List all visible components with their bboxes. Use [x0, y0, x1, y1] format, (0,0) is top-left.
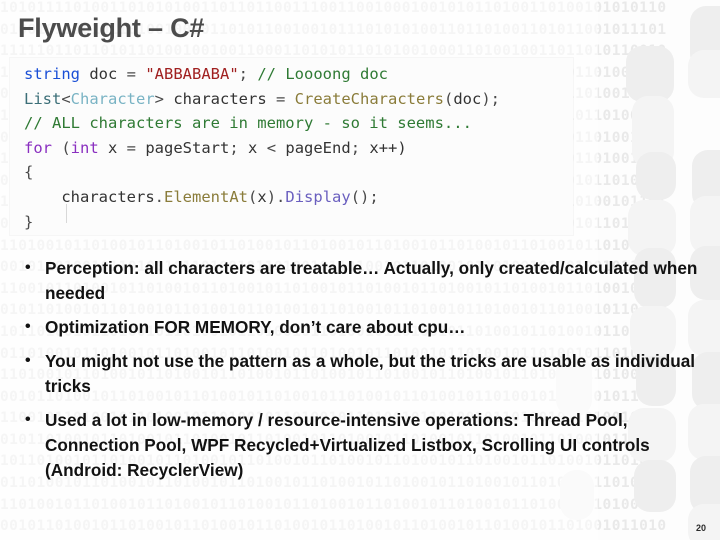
bullet-item: You might not use the pattern as a whole…	[18, 348, 708, 399]
code-lines: string doc = "ABBABABA"; // Loooong doc L…	[10, 62, 573, 234]
code-token: int	[70, 138, 99, 157]
indent-guide	[66, 204, 67, 223]
code-token: ();	[350, 187, 379, 206]
pill-shape	[690, 6, 720, 70]
code-token: pageEnd	[285, 138, 351, 157]
slide-canvas: 1010111101001101010100110110110011100110…	[0, 0, 720, 540]
code-token: characters	[164, 89, 276, 108]
code-token: =	[276, 89, 295, 108]
code-token: ElementAt	[164, 187, 248, 206]
code-token: (	[443, 89, 454, 108]
code-token: <	[266, 138, 286, 157]
code-token: Character	[70, 89, 155, 108]
code-token: .	[154, 187, 164, 206]
code-token: );	[481, 89, 500, 108]
code-token: (	[52, 138, 71, 157]
bullet-item: Perception: all characters are treatable…	[18, 255, 708, 306]
code-token: =	[126, 65, 146, 83]
code-token: List	[24, 89, 62, 108]
code-token: // ALL characters are in memory - so it …	[24, 114, 472, 133]
code-line: string doc = "ABBABABA"; // Loooong doc	[10, 62, 573, 87]
code-token: x	[248, 138, 267, 157]
code-token: ;	[350, 138, 370, 157]
code-token: }	[24, 212, 34, 231]
code-token: ;	[229, 138, 249, 157]
code-token: doc	[453, 89, 482, 108]
code-token: x++)	[369, 138, 407, 157]
code-token: )	[266, 187, 277, 206]
pill-shape	[692, 150, 720, 210]
page-number: 20	[695, 523, 706, 533]
code-token: x	[257, 187, 267, 206]
code-token: CreateCharacters	[294, 89, 444, 108]
code-line: List<Character> characters = CreateChara…	[10, 87, 573, 112]
page-title: Flyweight – C#	[18, 13, 205, 43]
code-line: }	[10, 210, 573, 235]
code-token: Display	[285, 187, 351, 206]
code-token: <	[61, 89, 71, 108]
code-token: x	[98, 138, 127, 157]
code-line: for (int x = pageStart; x < pageEnd; x++…	[10, 136, 573, 161]
pill-shape	[628, 200, 676, 256]
code-token: ;	[238, 65, 258, 83]
code-token: "ABBABABA"	[145, 65, 239, 83]
code-token: doc	[80, 65, 127, 83]
code-token: characters	[24, 187, 155, 206]
pill-shape	[632, 96, 674, 168]
code-line: {	[10, 160, 573, 185]
pill-shape	[688, 504, 720, 540]
code-line: characters.ElementAt(x).Display();	[10, 185, 573, 210]
pill-shape	[626, 46, 674, 102]
bullet-item: Used a lot in low-memory / resource-inte…	[18, 407, 708, 483]
bullet-list: Perception: all characters are treatable…	[18, 255, 708, 492]
bullet-item: Optimization FOR MEMORY, don’t care abou…	[18, 314, 708, 340]
pill-shape	[688, 50, 720, 98]
pill-shape	[636, 152, 676, 200]
binary-row: 0010110100101101001011010010110100101101…	[0, 518, 667, 535]
binary-row: 1101001011010010110100101101001011010010…	[0, 496, 667, 513]
code-token: for	[24, 138, 52, 157]
code-token: pageStart	[145, 138, 230, 157]
code-token: (	[248, 187, 258, 206]
binary-row: 1101001011010010110100101101001011010010…	[0, 237, 667, 254]
code-token: // Loooong doc	[257, 65, 388, 83]
code-token: {	[24, 163, 34, 182]
code-token: string	[24, 65, 80, 83]
code-token: .	[276, 187, 286, 206]
code-token: =	[126, 138, 146, 157]
pill-shape	[690, 196, 720, 254]
code-token: >	[154, 89, 165, 108]
code-line: // ALL characters are in memory - so it …	[10, 111, 573, 136]
code-block: string doc = "ABBABABA"; // Loooong doc L…	[10, 58, 573, 235]
